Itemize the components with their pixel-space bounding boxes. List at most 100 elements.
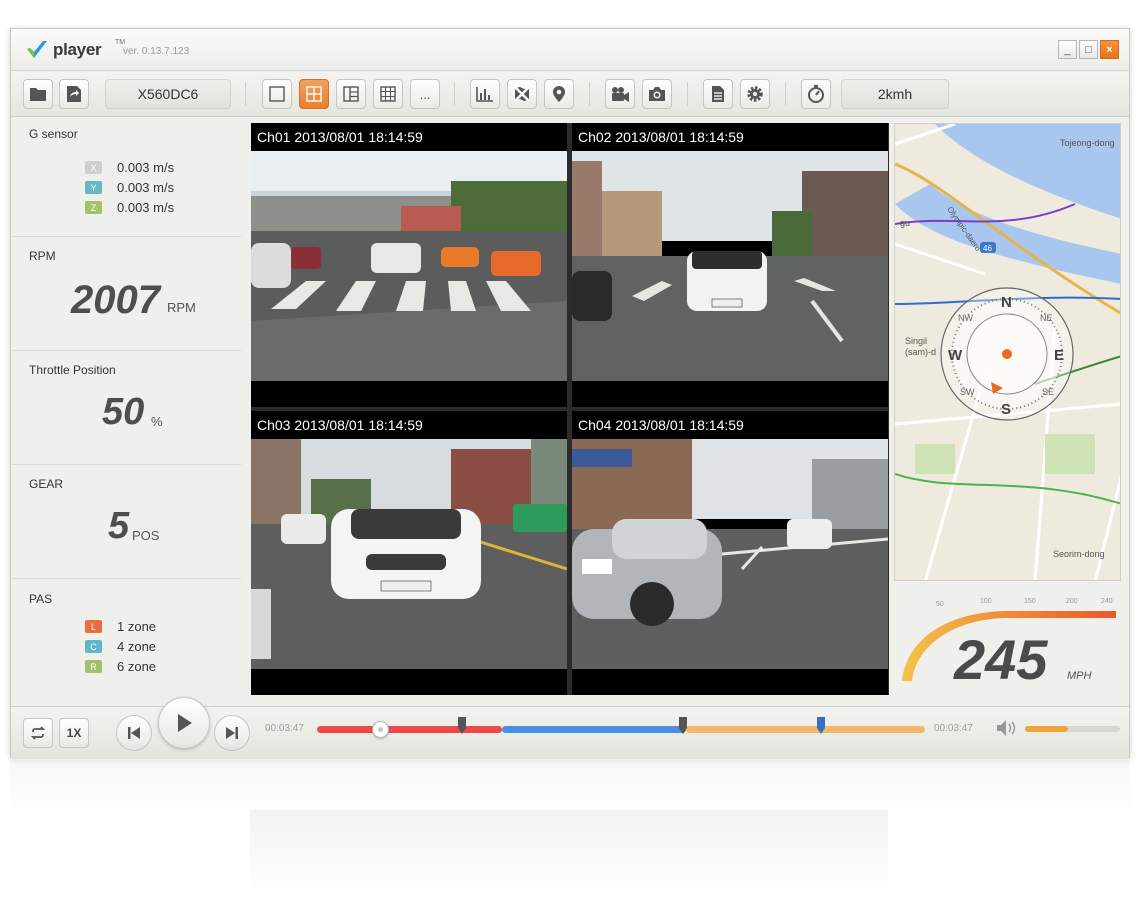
speed-unit: MPH bbox=[1067, 670, 1092, 682]
photo-camera-icon bbox=[649, 87, 665, 101]
open-folder-button[interactable] bbox=[23, 79, 53, 109]
vehicle-id-display: X560DC6 bbox=[105, 79, 231, 109]
axis-y-value: 0.003 m/s bbox=[117, 180, 175, 195]
more-layouts-button[interactable]: ... bbox=[410, 79, 440, 109]
previous-button[interactable] bbox=[116, 715, 152, 751]
chart-button[interactable] bbox=[470, 79, 500, 109]
event-marker-2[interactable] bbox=[679, 717, 687, 734]
gauge-tick-200: 200 bbox=[1066, 598, 1078, 605]
layout-side-button[interactable] bbox=[336, 79, 366, 109]
timeline-segment-red bbox=[317, 726, 502, 733]
play-icon bbox=[178, 714, 192, 732]
video-grid: Ch01 2013/08/01 18:14:59 Ch02 2013/08/01… bbox=[251, 123, 889, 695]
playback-speed-button[interactable]: 1X bbox=[59, 718, 89, 748]
g-sensor-section: G sensor X 0.003 m/s Y 0.003 m/s Z 0.003… bbox=[11, 118, 241, 237]
gauge-tick-150: 150 bbox=[1024, 598, 1036, 605]
g-sensor-title: G sensor bbox=[29, 127, 78, 141]
gps-map[interactable]: Tojeong-dong Olympic-daero -gu 46 Singil… bbox=[894, 123, 1121, 581]
channel-3-view[interactable]: Ch03 2013/08/01 18:14:59 bbox=[251, 411, 567, 695]
layout-grid-button[interactable] bbox=[373, 79, 403, 109]
map-canvas: Tojeong-dong Olympic-daero -gu 46 Singil… bbox=[895, 124, 1120, 580]
map-label-tojeong: Tojeong-dong bbox=[1060, 138, 1115, 148]
throttle-value: 50 bbox=[102, 391, 145, 433]
app-name: player bbox=[53, 40, 102, 59]
pas-title: PAS bbox=[29, 592, 53, 606]
channel-4-label: Ch04 2013/08/01 18:14:59 bbox=[578, 417, 744, 433]
next-button[interactable] bbox=[214, 715, 250, 751]
toolbar: X560DC6 ... 2kmh bbox=[11, 72, 1129, 117]
axis-z-value: 0.003 m/s bbox=[117, 200, 175, 215]
record-video-button[interactable] bbox=[605, 79, 635, 109]
window-reflection bbox=[10, 760, 1130, 908]
pas-c-value: 4 zone bbox=[117, 639, 157, 654]
layout-quad-button[interactable] bbox=[299, 79, 329, 109]
gear-section: GEAR 5 POS bbox=[11, 465, 241, 579]
video-camera-icon bbox=[612, 87, 629, 102]
toolbar-divider bbox=[454, 82, 455, 106]
play-button[interactable] bbox=[158, 697, 210, 749]
channel-1-view[interactable]: Ch01 2013/08/01 18:14:59 bbox=[251, 123, 567, 407]
compass-nw: NW bbox=[958, 313, 973, 323]
current-position-marker bbox=[1002, 349, 1012, 359]
speed-display: 2kmh bbox=[841, 79, 949, 109]
axis-z-badge: Z bbox=[85, 201, 102, 214]
map-toggle-button[interactable] bbox=[507, 79, 537, 109]
channel-1-label: Ch01 2013/08/01 18:14:59 bbox=[257, 129, 423, 145]
pas-r-badge: R bbox=[85, 660, 102, 673]
pas-l-value: 1 zone bbox=[117, 619, 157, 634]
gauge-tick-240: 240 bbox=[1101, 598, 1113, 605]
maximize-button[interactable]: □ bbox=[1079, 40, 1098, 59]
pas-left-row: L 1 zone bbox=[85, 619, 156, 634]
reflection-playback-bar bbox=[10, 760, 1130, 810]
compass-north: N bbox=[1001, 294, 1012, 311]
gear-title: GEAR bbox=[29, 477, 64, 491]
location-button[interactable] bbox=[544, 79, 574, 109]
g-sensor-z-row: Z 0.003 m/s bbox=[85, 200, 174, 215]
channel-2-view[interactable]: Ch02 2013/08/01 18:14:59 bbox=[572, 123, 888, 407]
timeline-thumb[interactable] bbox=[371, 721, 389, 738]
layout-single-button[interactable] bbox=[262, 79, 292, 109]
event-marker-1[interactable] bbox=[458, 717, 466, 734]
report-button[interactable] bbox=[703, 79, 733, 109]
throttle-title: Throttle Position bbox=[29, 363, 116, 377]
layout-single-icon bbox=[269, 86, 285, 102]
close-button[interactable]: × bbox=[1100, 40, 1119, 59]
channel-2-video-frame bbox=[572, 151, 888, 381]
toolbar-divider bbox=[245, 82, 246, 106]
pas-r-value: 6 zone bbox=[117, 659, 157, 674]
folder-icon bbox=[30, 88, 46, 101]
volume-level bbox=[1025, 726, 1068, 732]
export-icon bbox=[67, 86, 81, 102]
document-icon bbox=[712, 86, 724, 102]
window-controls: _ □ × bbox=[1058, 40, 1119, 59]
toolbar-divider bbox=[687, 82, 688, 106]
stopwatch-button[interactable] bbox=[801, 79, 831, 109]
compass-west: W bbox=[948, 347, 963, 364]
volume-icon[interactable] bbox=[996, 719, 1018, 737]
pas-c-badge: C bbox=[85, 640, 102, 653]
channel-4-view[interactable]: Ch04 2013/08/01 18:14:59 bbox=[572, 411, 888, 695]
layout-side-icon bbox=[343, 86, 359, 102]
map-label-singil: Singil bbox=[905, 336, 927, 346]
event-marker-3[interactable] bbox=[817, 717, 825, 734]
toolbar-divider bbox=[589, 82, 590, 106]
pas-right-row: R 6 zone bbox=[85, 659, 156, 674]
gear-unit: POS bbox=[132, 528, 160, 543]
channel-1-video-frame bbox=[251, 151, 567, 381]
end-time: 00:03:47 bbox=[934, 723, 973, 734]
minimize-button[interactable]: _ bbox=[1058, 40, 1077, 59]
g-sensor-x-row: X 0.003 m/s bbox=[85, 160, 174, 175]
channel-2-label: Ch02 2013/08/01 18:14:59 bbox=[578, 129, 744, 145]
export-button[interactable] bbox=[59, 79, 89, 109]
compass: N S E W NE NW SE SW bbox=[940, 287, 1074, 421]
repeat-button[interactable] bbox=[23, 718, 53, 748]
timeline[interactable] bbox=[317, 707, 925, 747]
volume-slider[interactable] bbox=[1025, 726, 1120, 732]
rpm-unit: RPM bbox=[167, 300, 196, 315]
map-label-seorim: Seorim-dong bbox=[1053, 549, 1105, 559]
gauge-tick-100: 100 bbox=[980, 598, 992, 605]
settings-button[interactable] bbox=[740, 79, 770, 109]
snapshot-button[interactable] bbox=[642, 79, 672, 109]
skip-back-icon bbox=[128, 727, 140, 739]
rpm-title: RPM bbox=[29, 249, 56, 263]
